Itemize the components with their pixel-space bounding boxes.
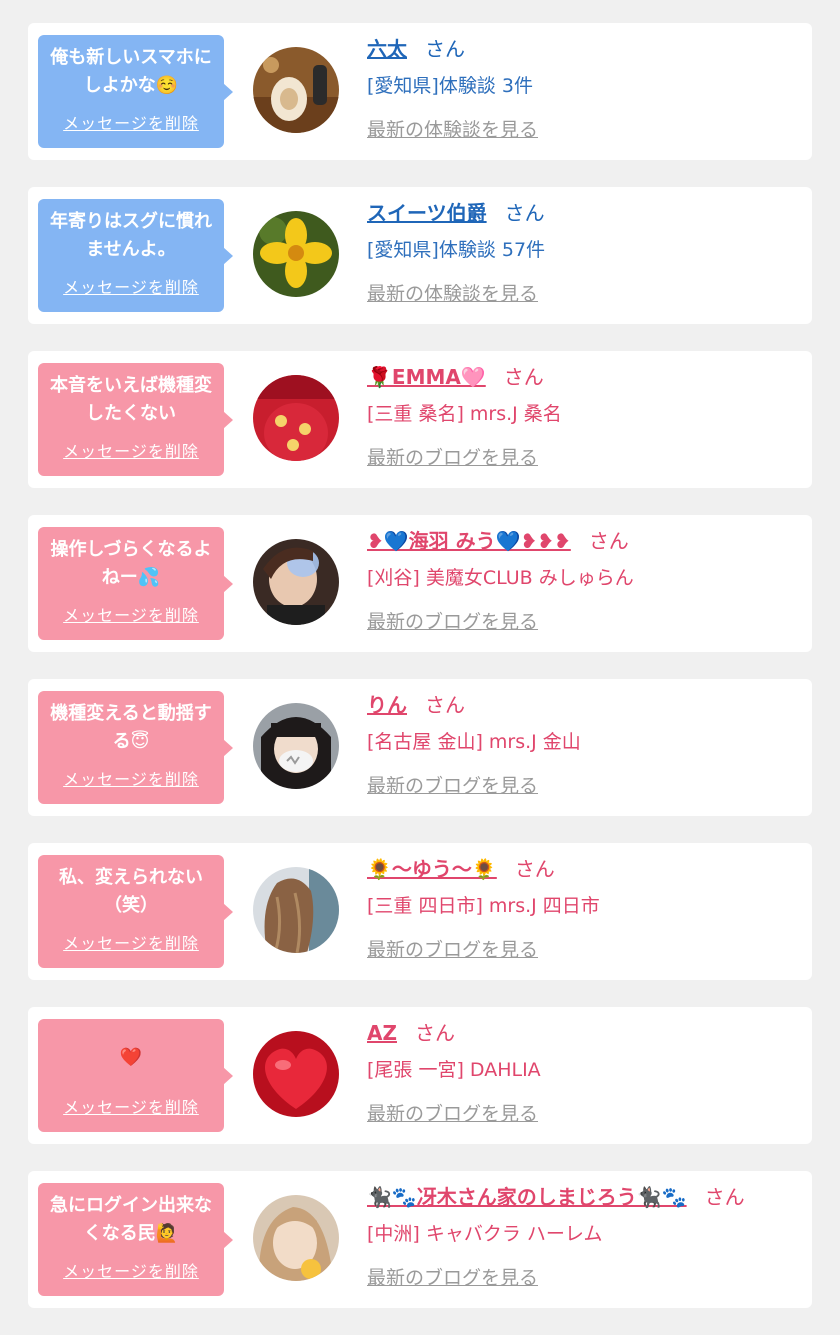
avatar[interactable] — [253, 1031, 339, 1117]
user-name-link[interactable]: りん — [367, 693, 407, 717]
message-text: 年寄りはスグに慣れませんよ。 — [50, 211, 212, 260]
message-bubble: 操作しづらくなるよねー💦 メッセージを削除 — [38, 527, 233, 640]
shop-info[interactable]: [愛知県]体験談 57件 — [367, 235, 802, 265]
message-text: 急にログイン出来なくなる民🙋 — [50, 1195, 212, 1244]
message-bubble: 本音をいえば機種変したくない メッセージを削除 — [38, 363, 233, 476]
user-name-link[interactable]: AZ — [367, 1021, 397, 1045]
message-bubble: ❤️ メッセージを削除 — [38, 1019, 233, 1132]
honorific: さん — [414, 1021, 455, 1045]
avatar[interactable] — [253, 211, 339, 297]
message-bubble: 年寄りはスグに慣れませんよ。 メッセージを削除 — [38, 199, 233, 312]
latest-blog-link[interactable]: 最新のブログを見る — [367, 935, 802, 962]
latest-blog-link[interactable]: 最新のブログを見る — [367, 607, 802, 634]
message-text: ❤️ — [119, 1047, 143, 1068]
delete-message-link[interactable]: メッセージを削除 — [38, 1094, 224, 1118]
delete-message-link[interactable]: メッセージを削除 — [38, 766, 224, 790]
latest-blog-link[interactable]: 最新のブログを見る — [367, 1099, 802, 1126]
shop-info[interactable]: [愛知県]体験談 3件 — [367, 71, 802, 101]
latest-blog-link[interactable]: 最新のブログを見る — [367, 1263, 802, 1290]
delete-message-link[interactable]: メッセージを削除 — [38, 1258, 224, 1282]
list-item: 年寄りはスグに慣れませんよ。 メッセージを削除 スイーツ伯爵 さん [愛知県]体験… — [28, 187, 812, 324]
message-text: 本音をいえば機種変したくない — [50, 375, 212, 424]
message-bubble: 急にログイン出来なくなる民🙋 メッセージを削除 — [38, 1183, 233, 1296]
avatar[interactable] — [253, 539, 339, 625]
user-name-link[interactable]: ❥💙海羽 みう💙❥❥❥ — [367, 529, 571, 553]
user-name-link[interactable]: 🐈‍⬛🐾冴木さん家のしまじろう🐈‍⬛🐾 — [367, 1185, 687, 1209]
avatar[interactable] — [253, 1195, 339, 1281]
user-name-link[interactable]: 🌻〜ゆう〜🌻 — [367, 857, 497, 881]
delete-message-link[interactable]: メッセージを削除 — [38, 438, 224, 462]
message-bubble: 私、変えられない（笑） メッセージを削除 — [38, 855, 233, 968]
avatar[interactable] — [253, 867, 339, 953]
message-text: 操作しづらくなるよねー💦 — [50, 539, 212, 588]
delete-message-link[interactable]: メッセージを削除 — [38, 930, 224, 954]
avatar[interactable] — [253, 375, 339, 461]
list-item: 操作しづらくなるよねー💦 メッセージを削除 ❥💙海羽 みう💙❥❥❥ さん [刈谷]… — [28, 515, 812, 652]
delete-message-link[interactable]: メッセージを削除 — [38, 274, 224, 298]
honorific: さん — [425, 693, 465, 717]
latest-review-link[interactable]: 最新の体験談を見る — [367, 279, 802, 306]
user-name-link[interactable]: スイーツ伯爵 — [367, 201, 487, 225]
message-text: 俺も新しいスマホにしよかな☺️ — [50, 47, 212, 96]
honorific: さん — [588, 529, 629, 553]
list-item: ❤️ メッセージを削除 AZ さん [尾張 一宮] DAHLIA 最新のブログを見… — [28, 1007, 812, 1144]
honorific: さん — [503, 365, 544, 389]
list-item: 俺も新しいスマホにしよかな☺️ メッセージを削除 六太 さん [愛知県]体験談 3… — [28, 23, 812, 160]
shop-info[interactable]: [名古屋 金山] mrs.J 金山 — [367, 727, 802, 757]
latest-blog-link[interactable]: 最新のブログを見る — [367, 443, 802, 470]
avatar[interactable] — [253, 703, 339, 789]
honorific: さん — [425, 37, 465, 61]
honorific: さん — [504, 201, 545, 225]
delete-message-link[interactable]: メッセージを削除 — [38, 110, 224, 134]
honorific: さん — [514, 857, 555, 881]
shop-info[interactable]: [三重 桑名] mrs.J 桑名 — [367, 399, 802, 429]
latest-review-link[interactable]: 最新の体験談を見る — [367, 115, 802, 142]
delete-message-link[interactable]: メッセージを削除 — [38, 602, 224, 626]
user-name-link[interactable]: 六太 — [367, 37, 407, 61]
list-item: 機種変えると動揺する😇 メッセージを削除 りん さん [名古屋 金山] mrs.J… — [28, 679, 812, 816]
message-text: 私、変えられない（笑） — [59, 867, 203, 916]
shop-info[interactable]: [三重 四日市] mrs.J 四日市 — [367, 891, 802, 921]
message-bubble: 俺も新しいスマホにしよかな☺️ メッセージを削除 — [38, 35, 233, 148]
shop-info[interactable]: [中洲] キャバクラ ハーレム — [367, 1219, 802, 1249]
avatar[interactable] — [253, 47, 339, 133]
user-name-link[interactable]: 🌹EMMA🩷 — [367, 365, 486, 389]
latest-blog-link[interactable]: 最新のブログを見る — [367, 771, 802, 798]
list-item: 本音をいえば機種変したくない メッセージを削除 🌹EMMA🩷 さん [三重 桑名]… — [28, 351, 812, 488]
message-text: 機種変えると動揺する😇 — [50, 703, 212, 752]
message-list: 俺も新しいスマホにしよかな☺️ メッセージを削除 六太 さん [愛知県]体験談 3… — [28, 23, 812, 1335]
message-bubble: 機種変えると動揺する😇 メッセージを削除 — [38, 691, 233, 804]
list-item: 私、変えられない（笑） メッセージを削除 🌻〜ゆう〜🌻 さん [三重 四日市] m… — [28, 843, 812, 980]
list-item: 急にログイン出来なくなる民🙋 メッセージを削除 🐈‍⬛🐾冴木さん家のしまじろう🐈… — [28, 1171, 812, 1308]
shop-info[interactable]: [刈谷] 美魔女CLUB みしゅらん — [367, 563, 802, 593]
honorific: さん — [704, 1185, 745, 1209]
shop-info[interactable]: [尾張 一宮] DAHLIA — [367, 1055, 802, 1085]
